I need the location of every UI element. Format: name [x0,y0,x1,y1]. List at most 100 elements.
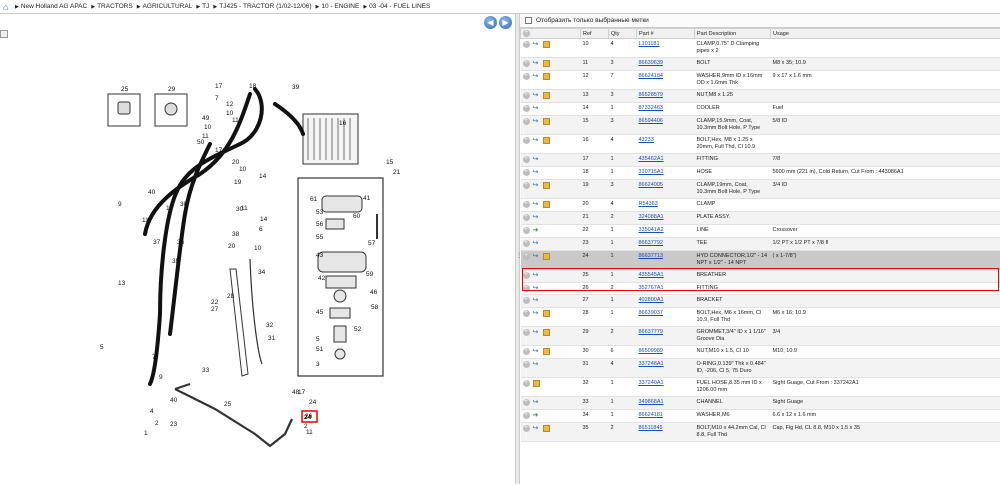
callout-label[interactable]: 14 [260,216,268,223]
callout-label[interactable]: 50 [197,139,205,146]
table-row[interactable]: +↪104L101181CLAMP,0.75" D Clamping pipes… [521,39,1000,58]
package-icon[interactable] [543,137,550,144]
breadcrumb-item[interactable]: ▶10 - ENGINE [316,3,360,10]
table-row[interactable]: +↪171435462A1FITTING7/8 [521,153,1000,166]
cell-part-number[interactable]: 86624181 [637,410,695,423]
part-number-link[interactable]: 86637792 [639,240,663,246]
cell-part-number[interactable]: 86639037 [637,308,695,327]
callout-label[interactable]: 5 [316,336,320,343]
link-arrow-icon[interactable]: ↪ [533,285,540,292]
cell-part-number[interactable]: 86528579 [637,89,695,102]
cell-part-number[interactable]: 337248A1 [637,359,695,378]
callout-label[interactable]: 52 [354,326,362,333]
package-icon[interactable] [543,73,550,80]
expand-icon[interactable]: + [523,118,530,125]
callout-label[interactable]: 43 [316,252,324,259]
part-number-link[interactable]: 349868A1 [639,399,664,405]
callout-label[interactable]: 32 [266,322,274,329]
part-number-link[interactable]: L101181 [639,41,660,47]
table-row[interactable]: +↪331349868A1CHANNELSight Guage [521,397,1000,410]
link-arrow-icon[interactable]: ↪ [533,297,540,304]
part-number-link[interactable]: 87332463 [639,105,663,111]
part-number-link[interactable]: 86624181 [639,412,663,418]
cell-part-number[interactable]: 86509989 [637,346,695,359]
expand-icon[interactable]: + [523,412,530,419]
table-row[interactable]: +↪251435545A1BREATHER [521,269,1000,282]
link-arrow-icon[interactable]: ↪ [533,118,540,125]
callout-label[interactable]: 39 [292,84,300,91]
expand-icon[interactable]: + [523,214,530,221]
breadcrumb-item[interactable]: ▶TRACTORS [91,3,133,10]
callout-label[interactable]: 21 [393,169,401,176]
callout-label[interactable]: 28 [227,293,235,300]
cell-part-number[interactable]: 435545A1 [637,269,695,282]
callout-label[interactable]: 2 [155,420,159,427]
callout-label[interactable]: 16 [339,120,347,127]
expand-icon[interactable]: + [523,348,530,355]
cell-part-number[interactable]: 310715A1 [637,166,695,179]
callout-label[interactable]: 24 [309,399,317,406]
expand-icon[interactable]: + [523,201,530,208]
table-row[interactable]: +➜34186624181WASHER,M66.6 x 12 x 1.6 mm [521,410,1000,423]
expand-icon[interactable]: + [523,380,530,387]
callout-label[interactable]: 25 [224,401,232,408]
expand-icon[interactable]: + [523,137,530,144]
callout-label[interactable]: 40 [148,189,156,196]
expand-icon[interactable]: + [523,92,530,99]
expand-icon[interactable]: + [523,182,530,189]
package-icon[interactable] [543,310,550,317]
callout-label[interactable]: 7 [215,95,219,102]
callout-label[interactable]: 20 [232,159,240,166]
cell-part-number[interactable]: 324088A1 [637,211,695,224]
callout-label[interactable]: 58 [371,304,379,311]
cell-part-number[interactable]: 352767A1 [637,282,695,295]
cell-part-number[interactable]: L101181 [637,39,695,58]
table-row[interactable]: +↪204R54363CLAMP [521,198,1000,211]
callout-label[interactable]: 41 [363,195,371,202]
callout-label[interactable]: 38 [232,231,240,238]
table-row[interactable]: +↪24186637713HYD CONNECTOR,1/2" - 14 NPT… [521,250,1000,269]
link-arrow-icon[interactable]: ↪ [533,156,540,163]
link-arrow-icon[interactable]: ↪ [533,348,540,355]
expand-icon[interactable]: + [523,240,530,247]
breadcrumb-item[interactable]: ▶03 -04 - FUEL LINES [363,3,430,10]
expand-icon[interactable]: + [523,73,530,80]
table-row[interactable]: +↪314337248A1O-RING,0.139" Thk x 0.484" … [521,359,1000,378]
breadcrumb-item[interactable]: ▶New Holland AG APAC [15,3,87,10]
callout-label[interactable]: 36 [177,239,185,246]
table-row[interactable]: +↪19386624005CLAMP,19mm, Coat, 10.3mm Bo… [521,179,1000,198]
home-icon[interactable]: ⌂ [3,3,12,11]
expand-icon[interactable]: + [523,361,530,368]
expand-icon[interactable]: + [523,169,530,176]
table-row[interactable]: +↪14187332463COOLERFuel [521,102,1000,115]
link-arrow-icon[interactable]: ↪ [533,169,540,176]
table-row[interactable]: +↪23186637792TEE1/2 PT x 1/2 PT x 7/8 fl [521,237,1000,250]
highlighted-callout-label[interactable]: 24 [304,414,312,421]
link-arrow-icon[interactable]: ↪ [533,73,540,80]
package-icon[interactable] [543,182,550,189]
callout-label[interactable]: 9 [159,374,163,381]
cell-part-number[interactable]: 86511845 [637,423,695,442]
green-arrow-icon[interactable]: ➜ [533,412,540,419]
header-qty[interactable]: Qty [609,29,637,39]
header-usage[interactable]: Usage [771,29,1000,39]
cell-part-number[interactable]: 402800A1 [637,295,695,308]
expand-icon[interactable]: + [523,156,530,163]
package-icon[interactable] [543,60,550,67]
expand-icon[interactable]: + [523,105,530,112]
link-arrow-icon[interactable]: ↪ [533,310,540,317]
table-row[interactable]: +↪11386639639BOLTM8 x 35; 10.9 [521,58,1000,71]
callout-label[interactable]: 48 [292,389,300,396]
callout-label[interactable]: 25 [121,86,129,93]
callout-label[interactable]: 9 [215,157,219,164]
link-arrow-icon[interactable]: ↪ [533,399,540,406]
callout-label[interactable]: 14 [259,173,267,180]
callout-label[interactable]: 31 [268,335,276,342]
part-number-link[interactable]: 43233 [639,137,654,143]
header-ref[interactable]: Ref [581,29,609,39]
link-arrow-icon[interactable]: ↪ [533,60,540,67]
show-selected-checkbox[interactable] [525,17,532,24]
part-number-link[interactable]: 86639639 [639,60,663,66]
expand-icon[interactable]: + [523,329,530,336]
cell-part-number[interactable]: 86594406 [637,115,695,134]
